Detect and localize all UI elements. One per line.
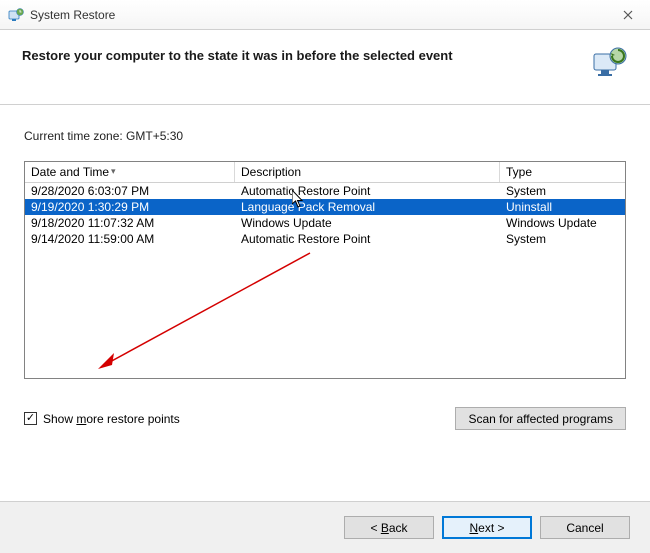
- cell-datetime: 9/14/2020 11:59:00 AM: [25, 231, 235, 247]
- next-button[interactable]: Next >: [442, 516, 532, 539]
- header-text: Restore your computer to the state it wa…: [22, 44, 453, 63]
- table-row[interactable]: 9/14/2020 11:59:00 AMAutomatic Restore P…: [25, 231, 625, 247]
- table-row[interactable]: 9/19/2020 1:30:29 PMLanguage Pack Remova…: [25, 199, 625, 215]
- timezone-label: Current time zone: GMT+5:30: [24, 129, 626, 143]
- scan-affected-programs-button[interactable]: Scan for affected programs: [455, 407, 626, 430]
- table-row[interactable]: 9/18/2020 11:07:32 AMWindows UpdateWindo…: [25, 215, 625, 231]
- checkbox-label: Show more restore points: [43, 412, 180, 426]
- window-title: System Restore: [30, 8, 115, 22]
- cell-type: Windows Update: [500, 215, 625, 231]
- checkbox-icon: ✓: [24, 412, 37, 425]
- column-header-datetime[interactable]: Date and Time ▾: [25, 162, 235, 182]
- cell-datetime: 9/28/2020 6:03:07 PM: [25, 183, 235, 199]
- cell-description: Automatic Restore Point: [235, 231, 500, 247]
- table-row[interactable]: 9/28/2020 6:03:07 PMAutomatic Restore Po…: [25, 183, 625, 199]
- titlebar: System Restore: [0, 0, 650, 30]
- system-restore-large-icon: [592, 44, 628, 80]
- table-header: Date and Time ▾ Description Type: [25, 162, 625, 183]
- system-restore-icon: [8, 7, 24, 23]
- cell-description: Windows Update: [235, 215, 500, 231]
- header: Restore your computer to the state it wa…: [0, 30, 650, 105]
- restore-points-table[interactable]: Date and Time ▾ Description Type 9/28/20…: [24, 161, 626, 379]
- sort-indicator-icon: ▾: [111, 166, 116, 177]
- cell-datetime: 9/18/2020 11:07:32 AM: [25, 215, 235, 231]
- column-header-description[interactable]: Description: [235, 162, 500, 182]
- cell-description: Automatic Restore Point: [235, 183, 500, 199]
- cell-type: Uninstall: [500, 199, 625, 215]
- dialog-body: Current time zone: GMT+5:30 Date and Tim…: [0, 105, 650, 440]
- cell-description: Language Pack Removal: [235, 199, 500, 215]
- cell-type: System: [500, 231, 625, 247]
- show-more-restore-points-checkbox[interactable]: ✓ Show more restore points: [24, 412, 180, 426]
- wizard-footer: < Back Next > Cancel: [0, 501, 650, 553]
- cancel-button[interactable]: Cancel: [540, 516, 630, 539]
- cell-type: System: [500, 183, 625, 199]
- cell-datetime: 9/19/2020 1:30:29 PM: [25, 199, 235, 215]
- back-button[interactable]: < Back: [344, 516, 434, 539]
- close-button[interactable]: [605, 0, 650, 30]
- column-header-type[interactable]: Type: [500, 162, 625, 182]
